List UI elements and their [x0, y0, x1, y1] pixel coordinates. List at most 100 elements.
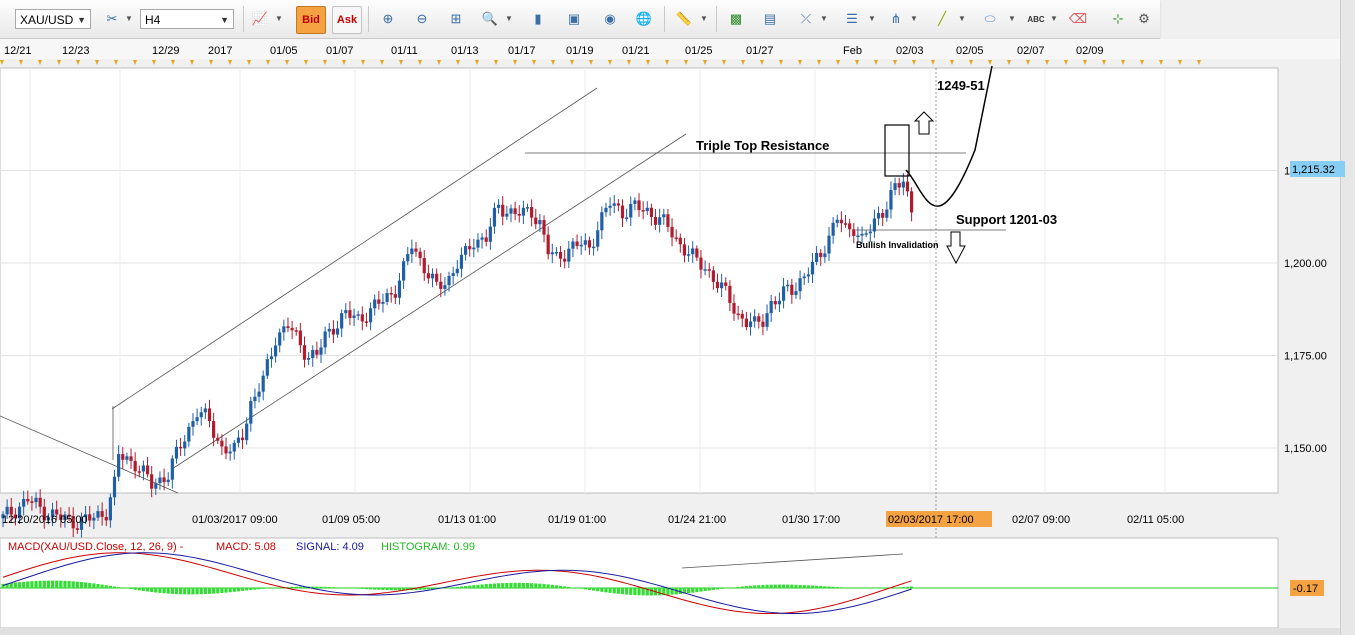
candle-icon[interactable]: ▮ — [528, 9, 548, 29]
candle-body — [835, 219, 839, 223]
histogram-bar — [22, 581, 26, 588]
symbol-value: XAU/USD — [20, 13, 74, 27]
session-marker — [893, 60, 897, 65]
candle-body — [571, 241, 575, 249]
chevron-down-icon[interactable]: ▼ — [1050, 14, 1058, 23]
zoom-icon[interactable]: ⊖ — [412, 9, 432, 29]
histogram-bar — [740, 586, 744, 588]
timeframe-select[interactable]: H4 ▼ — [140, 9, 234, 29]
candle-body — [463, 246, 468, 255]
candle-body — [608, 205, 612, 208]
histogram-bar — [480, 584, 484, 588]
candle-body — [786, 284, 790, 287]
chevron-down-icon[interactable]: ▼ — [505, 14, 513, 23]
chart-type-icon[interactable]: 📈 — [250, 9, 270, 29]
candle-body — [542, 220, 546, 235]
ask-button[interactable]: Ask — [332, 6, 362, 34]
histogram-bar — [199, 588, 203, 595]
session-marker — [285, 60, 289, 65]
template-icon[interactable]: ▤ — [760, 9, 780, 29]
candle-body — [852, 229, 856, 236]
candle-body — [468, 246, 472, 250]
candle-body — [885, 209, 889, 218]
fibonacci-icon[interactable]: ⤫ — [796, 9, 816, 29]
signal-value: SIGNAL: 4.09 — [296, 541, 364, 553]
histogram-bar — [691, 588, 695, 593]
histogram-bar — [174, 588, 179, 595]
eraser-icon[interactable]: ⌫ — [1068, 9, 1088, 29]
chevron-down-icon[interactable]: ▼ — [820, 14, 828, 23]
session-marker — [741, 60, 745, 65]
ellipse-icon[interactable]: ⬭ — [980, 9, 1000, 29]
chevron-down-icon[interactable]: ▼ — [910, 14, 918, 23]
divider — [664, 6, 665, 32]
candle-body — [501, 204, 505, 217]
top-date-label: 01/11 — [391, 45, 418, 57]
histogram-bar — [26, 581, 30, 588]
trendline-icon[interactable]: ╱ — [932, 9, 952, 29]
eye-icon[interactable]: ◉ — [600, 9, 620, 29]
magnifier-icon[interactable]: 🔍 — [480, 9, 500, 29]
candle-body — [484, 237, 488, 242]
text-icon[interactable]: ABC — [1026, 9, 1046, 29]
indicator-icon[interactable]: ✂ — [102, 9, 122, 29]
chevron-down-icon[interactable]: ▼ — [1008, 14, 1016, 23]
price-chart: 12/21 12/23 12/29 2017 01/05 01/07 01/11 01/13 0… — [0, 39, 1345, 635]
candle-body — [637, 200, 641, 211]
candle-body — [121, 454, 125, 460]
globe-icon[interactable]: 🌐 — [634, 9, 654, 29]
objects-icon[interactable]: ⊹ — [1108, 9, 1128, 29]
session-marker — [551, 60, 555, 65]
histogram-bar — [827, 586, 831, 588]
pitchfork-icon[interactable]: ⋔ — [886, 9, 906, 29]
settings-icon[interactable]: ⚙ — [1134, 9, 1154, 29]
bid-button[interactable]: Bid — [296, 6, 326, 34]
candle-body — [715, 281, 720, 289]
candle-body — [327, 328, 331, 332]
candle-body — [616, 203, 620, 206]
candle-body — [443, 285, 447, 289]
session-marker — [1140, 60, 1144, 65]
symbol-select[interactable]: XAU/USD ▼ — [15, 9, 91, 29]
histogram-bar — [84, 582, 88, 588]
candle-body — [216, 437, 220, 441]
candle-body — [166, 479, 170, 483]
histogram-bar — [240, 588, 245, 591]
measure-icon[interactable]: ⊞ — [446, 9, 466, 29]
picture-icon[interactable]: ▣ — [564, 9, 584, 29]
candle-body — [761, 321, 765, 327]
histogram-bar — [298, 586, 302, 588]
session-marker — [1178, 60, 1182, 65]
histogram-bar — [377, 588, 381, 590]
candle-body — [670, 226, 674, 238]
lines-icon[interactable]: ☰ — [842, 9, 862, 29]
candle-body — [538, 220, 542, 225]
candle-body — [381, 301, 385, 304]
candle-body — [402, 261, 406, 281]
top-date-label: 01/27 — [746, 45, 774, 57]
chevron-down-icon[interactable]: ▼ — [868, 14, 876, 23]
histogram-bar — [30, 581, 34, 588]
histogram-bar — [761, 584, 765, 588]
histogram-bar — [637, 588, 641, 596]
chevron-down-icon[interactable]: ▼ — [958, 14, 966, 23]
chevron-down-icon[interactable]: ▼ — [700, 14, 708, 23]
session-marker — [931, 60, 935, 65]
chevron-down-icon[interactable]: ▼ — [275, 14, 283, 23]
chevron-down-icon[interactable]: ▼ — [125, 14, 133, 23]
candle-body — [212, 421, 216, 438]
histogram-bar — [658, 588, 662, 596]
histogram-bar — [835, 587, 839, 588]
histogram-bar — [707, 588, 711, 591]
histogram-bar — [224, 588, 228, 593]
session-marker — [1064, 60, 1068, 65]
image-icon[interactable]: ▩ — [726, 9, 746, 29]
histogram-bar — [843, 587, 848, 588]
macd-value: MACD: 5.08 — [216, 541, 276, 553]
candle-body — [344, 310, 348, 314]
crosshair-icon[interactable]: ⊕ — [378, 9, 398, 29]
ruler-icon[interactable]: 📏 — [674, 9, 694, 29]
session-marker — [836, 60, 840, 65]
horizontal-scrollbar[interactable] — [0, 628, 1340, 635]
histogram-bar — [170, 588, 174, 594]
